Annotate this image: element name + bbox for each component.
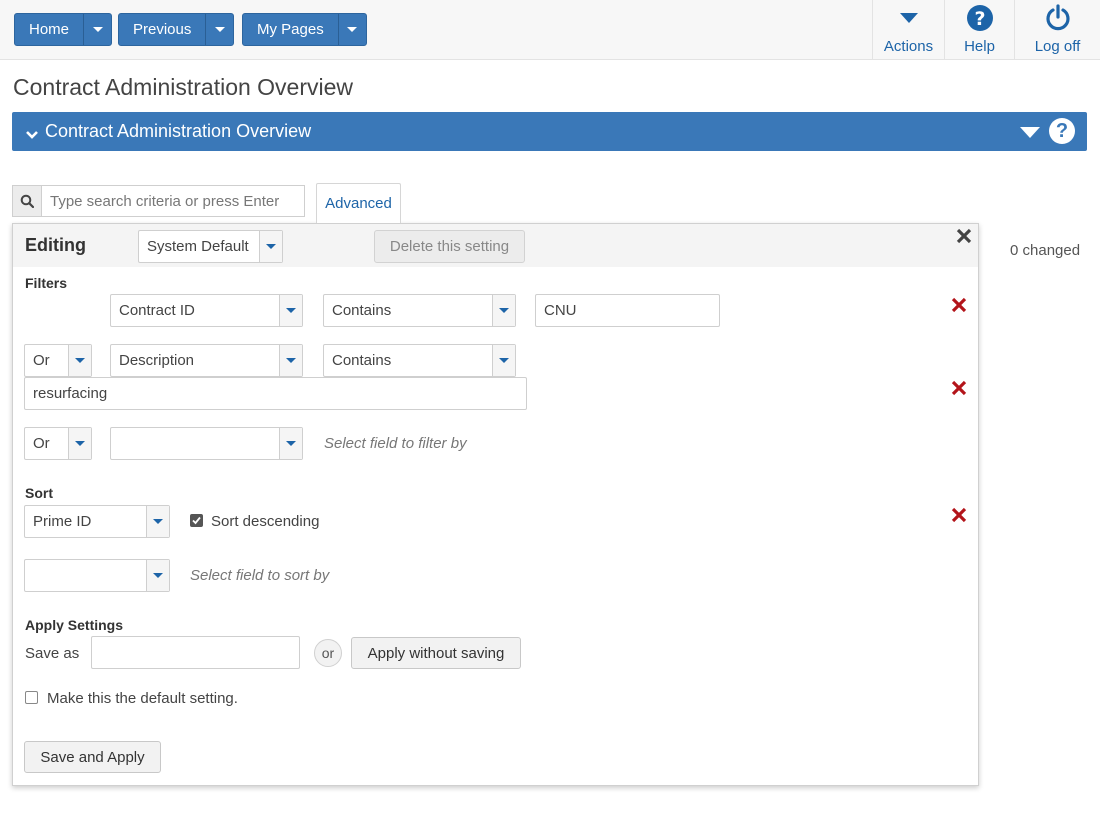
panel-title: Contract Administration Overview <box>45 121 312 141</box>
chevron-down-icon <box>279 295 302 326</box>
make-default-checkbox[interactable] <box>25 691 38 704</box>
actions-label: Actions <box>883 38 934 55</box>
chevron-down-icon <box>68 345 91 376</box>
editing-panel: Editing System Default Delete this setti… <box>12 223 979 786</box>
actions-button[interactable]: Actions <box>872 0 944 59</box>
advanced-tab[interactable]: Advanced <box>316 183 401 223</box>
sort-1-field-select[interactable]: Prime ID <box>24 505 170 538</box>
chevron-down-icon <box>68 428 91 459</box>
top-right-actions: Actions ? Help Log off <box>872 0 1100 59</box>
filters-label: Filters <box>25 275 68 291</box>
log-off-button[interactable]: Log off <box>1014 0 1100 59</box>
chevron-down-icon <box>259 231 282 262</box>
chevron-down-icon <box>214 27 225 32</box>
help-button[interactable]: ? Help <box>944 0 1014 59</box>
home-label: Home <box>29 21 70 38</box>
sort-label: Sort <box>25 485 53 501</box>
caret-down-icon <box>899 3 919 33</box>
setting-select-value: System Default <box>147 238 249 255</box>
chevron-down-icon <box>347 27 358 32</box>
save-as-label: Save as <box>25 645 80 662</box>
chevron-down-icon <box>492 345 515 376</box>
make-default-label: Make this the default setting. <box>47 690 238 707</box>
apply-settings-label: Apply Settings <box>25 617 124 633</box>
search-input[interactable] <box>42 186 304 216</box>
filter-2-connector-value: Or <box>33 352 50 369</box>
editing-title: Editing <box>25 235 86 255</box>
changed-count: 0 changed <box>1010 242 1081 259</box>
search-box <box>12 185 305 217</box>
previous-button[interactable]: Previous <box>118 13 235 46</box>
page-title: Contract Administration Overview <box>13 74 354 100</box>
remove-sort-1-icon[interactable] <box>951 507 967 523</box>
filter-1-operator-select[interactable]: Contains <box>323 294 516 327</box>
filter-2-connector-select[interactable]: Or <box>24 344 92 377</box>
chevron-down-icon <box>279 345 302 376</box>
panel-header[interactable]: Contract Administration Overview ? <box>12 112 1087 151</box>
filter-2-operator-value: Contains <box>332 352 392 369</box>
previous-label: Previous <box>133 21 192 38</box>
apply-without-saving-button[interactable]: Apply without saving <box>351 637 521 669</box>
home-dropdown-caret[interactable] <box>83 14 111 45</box>
power-icon <box>1044 3 1072 33</box>
sort-descending-checkbox[interactable] <box>190 514 203 527</box>
save-as-input[interactable] <box>91 636 300 669</box>
panel-help-icon[interactable]: ? <box>1049 118 1075 144</box>
remove-filter-1-icon[interactable] <box>951 297 967 313</box>
help-label: Help <box>964 38 995 55</box>
my-pages-dropdown-caret[interactable] <box>337 14 366 45</box>
sort-descending-label: Sort descending <box>211 513 320 530</box>
close-icon[interactable] <box>955 227 973 250</box>
home-button[interactable]: Home <box>14 13 113 46</box>
sort-2-field-select[interactable] <box>24 559 170 592</box>
remove-filter-2-icon[interactable] <box>951 380 967 396</box>
log-off-label: Log off <box>1034 38 1081 55</box>
filter-2-value-input[interactable]: resurfacing <box>24 377 527 410</box>
sort-1-field-value: Prime ID <box>33 513 92 530</box>
chevron-down-icon <box>492 295 515 326</box>
filter-3-connector-value: Or <box>33 435 50 452</box>
filter-3-field-select[interactable] <box>110 427 303 460</box>
or-separator: or <box>314 639 342 667</box>
setting-select[interactable]: System Default <box>138 230 283 263</box>
save-and-apply-button[interactable]: Save and Apply <box>24 741 161 773</box>
filter-1-field-value: Contract ID <box>119 302 195 319</box>
panel-menu-caret-icon[interactable] <box>1020 127 1040 138</box>
filter-2-field-value: Description <box>119 352 195 369</box>
chevron-down-icon <box>146 506 169 537</box>
my-pages-label: My Pages <box>257 21 324 38</box>
chevron-down-icon <box>146 560 169 591</box>
filter-2-field-select[interactable]: Description <box>110 344 303 377</box>
top-nav-bar: Home Previous My Pages Actions ? Help Lo… <box>0 0 1100 60</box>
sort-field-hint: Select field to sort by <box>190 567 330 584</box>
my-pages-button[interactable]: My Pages <box>242 13 367 46</box>
filter-3-connector-select[interactable]: Or <box>24 427 92 460</box>
help-icon: ? <box>966 3 994 33</box>
filter-1-field-select[interactable]: Contract ID <box>110 294 303 327</box>
previous-dropdown-caret[interactable] <box>205 14 233 45</box>
chevron-down-icon <box>92 27 103 32</box>
filter-1-value-input[interactable]: CNU <box>535 294 720 327</box>
filter-1-operator-value: Contains <box>332 302 392 319</box>
delete-setting-button[interactable]: Delete this setting <box>374 230 525 263</box>
filter-field-hint: Select field to filter by <box>324 435 467 452</box>
filter-2-operator-select[interactable]: Contains <box>323 344 516 377</box>
svg-text:?: ? <box>974 8 985 30</box>
chevron-down-icon <box>279 428 302 459</box>
search-icon[interactable] <box>13 186 42 216</box>
chevron-down-icon[interactable] <box>25 124 39 145</box>
